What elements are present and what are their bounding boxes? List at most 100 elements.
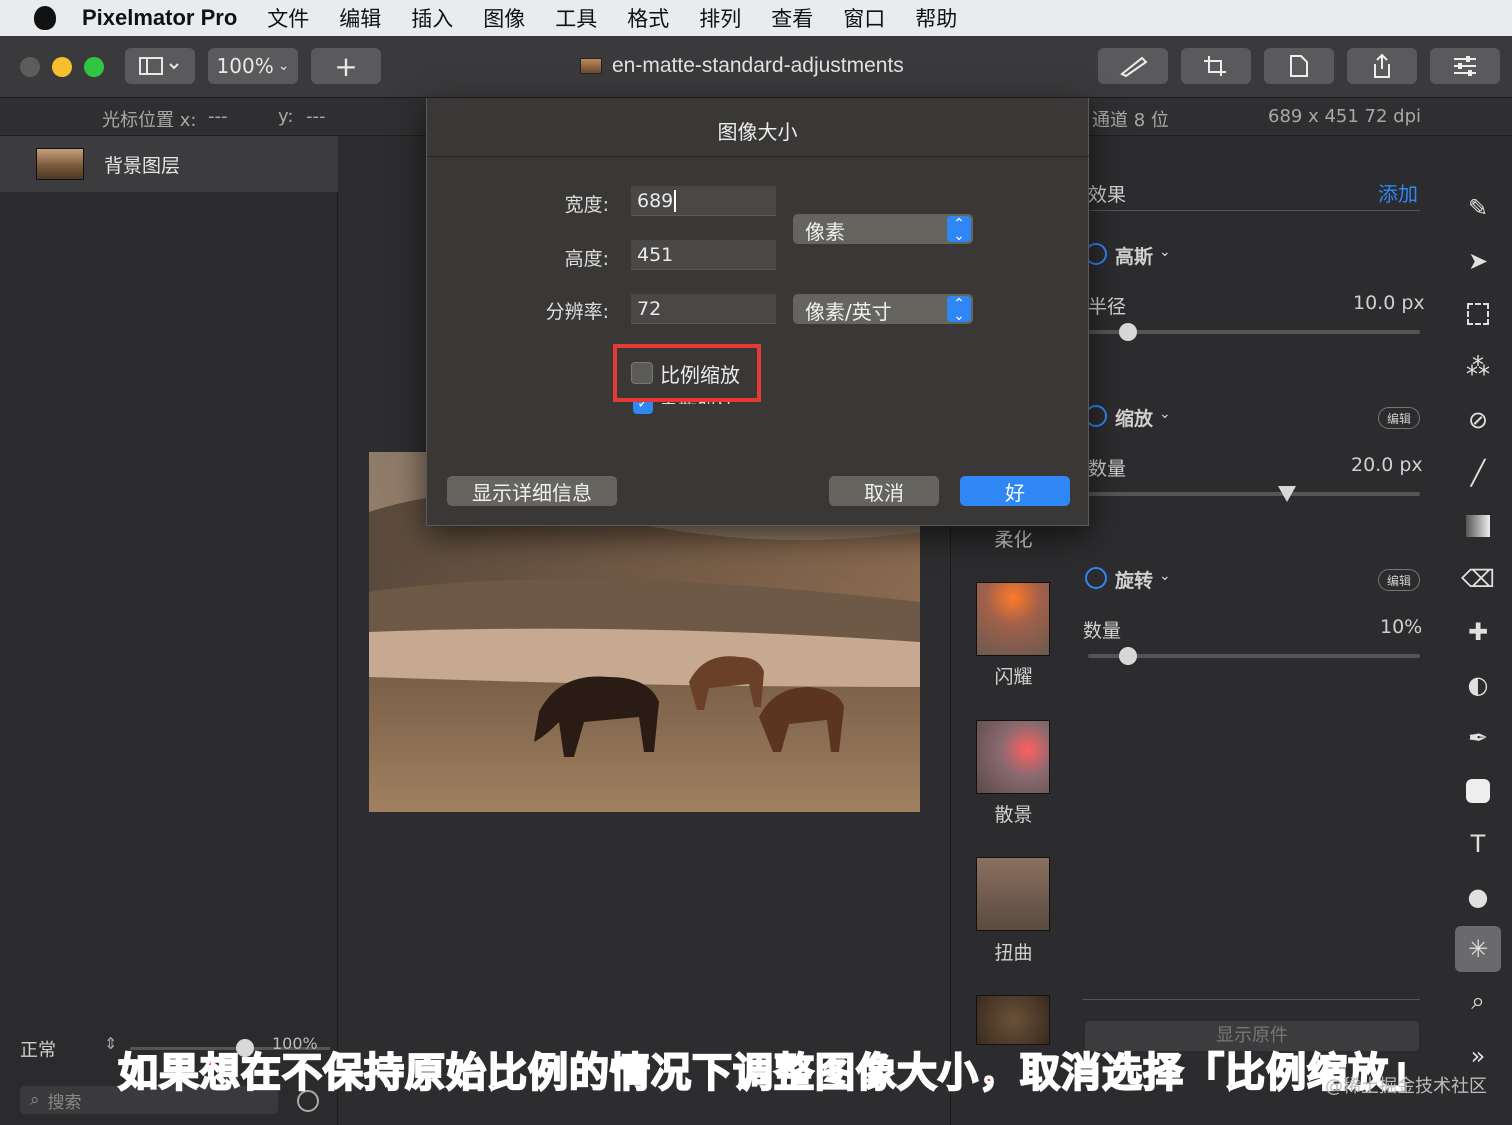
cancel-button[interactable]: 取消 — [829, 476, 939, 506]
cursor-x-value: --- — [208, 106, 228, 127]
eraser-tool-icon[interactable]: ⌫ — [1458, 559, 1498, 599]
spin-param-label: 数量 — [1083, 620, 1122, 642]
height-input[interactable]: 451 — [631, 240, 776, 270]
add-button[interactable]: + — [311, 48, 381, 84]
effects-tool-icon[interactable]: ✳ — [1455, 926, 1501, 972]
spin-edit-button[interactable]: 编辑 — [1378, 569, 1420, 591]
menu-view[interactable]: 查看 — [771, 3, 813, 33]
spin-title[interactable]: 旋转 — [1115, 566, 1153, 593]
color-adjust-icon[interactable]: ● — [1458, 877, 1498, 917]
effect-label-bokeh: 散景 — [994, 804, 1033, 826]
resolution-input[interactable]: 72 — [631, 294, 776, 324]
gaussian-slider[interactable] — [1088, 330, 1420, 334]
minimize-window-button[interactable] — [52, 57, 72, 77]
blend-mode-stepper-icon[interactable]: ⇕ — [104, 1034, 117, 1053]
resolution-unit-select[interactable]: 像素/英寸 ⌃ ⌄ — [793, 294, 973, 324]
brush-button[interactable] — [1098, 48, 1168, 84]
gradient-tool-icon[interactable] — [1458, 506, 1498, 546]
repair-tool-icon[interactable]: ✚ — [1458, 612, 1498, 652]
text-tool-icon[interactable]: T — [1458, 824, 1498, 864]
chevron-down-icon[interactable]: ⌄ — [1159, 244, 1171, 260]
effects-header: 效果 — [1088, 184, 1127, 206]
resolution-label: 分辨率: — [545, 301, 609, 323]
effect-thumb-bokeh[interactable] — [976, 720, 1050, 794]
paint-brush-icon[interactable]: ╱ — [1458, 453, 1498, 493]
menu-arrange[interactable]: 排列 — [699, 3, 741, 33]
arrange-tool-icon[interactable]: ➤ — [1458, 241, 1498, 281]
gaussian-value: 10.0 px — [1353, 292, 1425, 314]
menu-window[interactable]: 窗口 — [843, 3, 885, 33]
stepper-chevron-icon: ⌃ ⌄ — [947, 296, 971, 323]
share-button[interactable] — [1347, 48, 1417, 84]
quick-selection-icon[interactable]: ⁂ — [1458, 347, 1498, 387]
color-picker-icon[interactable]: ⊘ — [1458, 400, 1498, 440]
layers-panel: 背景图层 正常 ⇕ 100% ⌕ 搜索 — [0, 136, 338, 1125]
chevron-down-icon[interactable]: ⌄ — [1159, 568, 1171, 584]
document-title-text: en-matte-standard-adjustments — [612, 54, 904, 77]
gaussian-title[interactable]: 高斯 — [1115, 242, 1153, 269]
divider — [427, 156, 1090, 157]
selection-tool-icon[interactable] — [1458, 294, 1498, 334]
menu-tools[interactable]: 工具 — [555, 3, 597, 33]
zoom-slider[interactable] — [1088, 492, 1420, 496]
height-label: 高度: — [564, 248, 609, 270]
watermark: @稀土掘金技术社区 — [1325, 1076, 1487, 1097]
layer-thumbnail — [36, 148, 84, 180]
dialog-title: 图像大小 — [717, 120, 798, 144]
shape-tool-icon[interactable] — [1458, 771, 1498, 811]
more-tools-icon[interactable]: » — [1458, 1036, 1498, 1076]
adjustments-button[interactable] — [1430, 48, 1500, 84]
effect-label-flare: 闪耀 — [994, 666, 1033, 688]
cursor-y-value: --- — [306, 106, 326, 127]
width-input[interactable]: 689 — [631, 186, 776, 216]
menu-image[interactable]: 图像 — [483, 3, 525, 33]
menu-help[interactable]: 帮助 — [915, 3, 957, 33]
document-thumbnail-icon — [580, 58, 602, 74]
zoom-level-value: 100% — [216, 54, 274, 78]
channel-info: 通道 8 位 — [1092, 110, 1169, 131]
share-icon — [1374, 53, 1390, 78]
ok-button[interactable]: 好 — [960, 476, 1070, 506]
divider — [1088, 210, 1420, 211]
effect-thumb-distort[interactable] — [976, 857, 1050, 931]
spin-slider-knob[interactable] — [1118, 647, 1137, 665]
zoom-window-button[interactable] — [84, 57, 104, 77]
sliders-icon — [1454, 56, 1476, 76]
effects-settings-panel: 效果 添加 高斯 ⌄ 半径 10.0 px 缩放 ⌄ 编辑 数量 20.0 px… — [1075, 136, 1445, 1125]
scale-proportionally-checkbox[interactable] — [631, 362, 653, 384]
zoom-title[interactable]: 缩放 — [1115, 404, 1153, 431]
size-unit-select[interactable]: 像素 ⌃ ⌄ — [793, 214, 973, 244]
chevron-down-icon[interactable]: ⌄ — [1159, 406, 1171, 422]
apple-menu-icon[interactable] — [34, 6, 56, 30]
zoom-level-button[interactable]: 100% ⌄ — [208, 48, 298, 84]
zoom-slider-knob[interactable] — [1278, 486, 1297, 502]
menu-format[interactable]: 格式 — [627, 3, 669, 33]
brush-icon — [1120, 56, 1148, 78]
menu-file[interactable]: 文件 — [267, 3, 309, 33]
menu-edit[interactable]: 编辑 — [339, 3, 381, 33]
tutorial-caption: 如果想在不保持原始比例的情况下调整图像大小，取消选择「比例缩放」 — [117, 1049, 1430, 1097]
zoom-edit-button[interactable]: 编辑 — [1378, 407, 1420, 429]
app-menu[interactable]: Pixelmator Pro — [82, 5, 237, 31]
close-window-button[interactable] — [20, 57, 40, 77]
menu-insert[interactable]: 插入 — [411, 3, 453, 33]
show-details-button[interactable]: 显示详细信息 — [447, 476, 617, 506]
style-tool-icon[interactable]: ✎ — [1458, 188, 1498, 228]
sidebar-toggle-button[interactable] — [125, 48, 195, 84]
effect-thumb-more[interactable] — [976, 995, 1050, 1045]
add-effect-button[interactable]: 添加 — [1378, 178, 1418, 207]
gaussian-slider-knob[interactable] — [1118, 323, 1137, 341]
zoom-tool-icon[interactable]: ⌕ — [1458, 981, 1498, 1021]
distort-tool-icon[interactable]: ◐ — [1458, 665, 1498, 705]
stepper-chevron-icon: ⌃ ⌄ — [947, 216, 971, 243]
pen-tool-icon[interactable]: ✒ — [1458, 718, 1498, 758]
spin-slider[interactable] — [1088, 654, 1420, 658]
effect-thumb-flare[interactable] — [976, 582, 1050, 656]
layer-row[interactable]: 背景图层 — [0, 136, 338, 192]
blend-mode-select[interactable]: 正常 — [20, 1036, 56, 1062]
text-cursor — [674, 190, 677, 212]
plus-icon: + — [334, 49, 358, 83]
document-button[interactable] — [1264, 48, 1334, 84]
spin-toggle[interactable] — [1085, 567, 1107, 589]
crop-button[interactable] — [1181, 48, 1251, 84]
